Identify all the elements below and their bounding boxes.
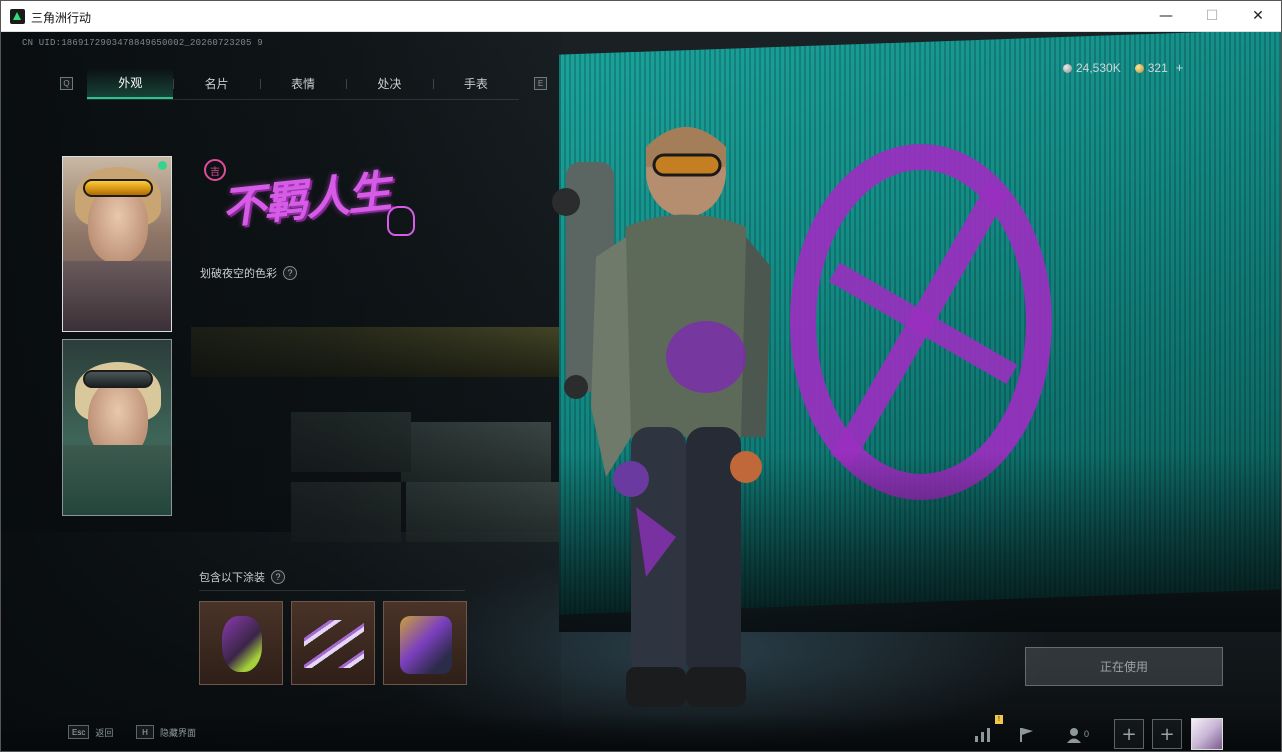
- divider: [199, 590, 465, 591]
- operator-skin-card-selected[interactable]: [62, 156, 172, 332]
- title-bar: 三角洲行动 — ☐ ✕: [1, 1, 1281, 32]
- friends-count: 0: [1084, 729, 1090, 739]
- silver-coin-icon: [1063, 63, 1072, 73]
- paint-tile-grenade[interactable]: [199, 601, 283, 685]
- silver-currency: 24,530K: [1063, 61, 1121, 75]
- currency-bar: 24,530K 321 +: [1063, 60, 1183, 75]
- grenade-paint-icon: [222, 616, 262, 672]
- invite-slot-button[interactable]: +: [1114, 719, 1144, 749]
- app-logo-icon: [10, 9, 25, 24]
- tab-execution[interactable]: 处决: [346, 68, 432, 99]
- gold-currency: 321: [1134, 60, 1168, 75]
- skin-description-text: 划破夜空的色彩: [200, 267, 277, 280]
- help-icon[interactable]: ?: [283, 266, 297, 280]
- paint-tile-knife[interactable]: [291, 601, 375, 685]
- game-viewport: CN UID:1869172903478849650002_2026072320…: [1, 32, 1281, 751]
- maximize-button[interactable]: ☐: [1189, 1, 1235, 31]
- gold-amount: 321: [1147, 60, 1168, 75]
- included-paints-heading: 包含以下涂装 ?: [199, 569, 285, 585]
- flag-button[interactable]: [1012, 721, 1042, 749]
- player-uid: CN UID:1869172903478849650002_2026072320…: [22, 38, 263, 48]
- in-use-button[interactable]: 正在使用: [1025, 647, 1223, 686]
- help-icon[interactable]: ?: [271, 570, 285, 584]
- back-hotkey[interactable]: Esc 返回: [68, 725, 113, 739]
- portrait-body: [63, 261, 171, 331]
- logo-text: 不羁人生: [219, 166, 392, 235]
- silver-amount: 24,530K: [1076, 60, 1121, 75]
- player-avatar[interactable]: [1191, 718, 1223, 750]
- friends-icon: [1067, 728, 1081, 743]
- back-label: 返回: [95, 728, 114, 739]
- close-button[interactable]: ✕: [1235, 1, 1281, 31]
- tab-name-card[interactable]: 名片: [173, 68, 259, 99]
- backpack-paint-icon: [400, 616, 452, 674]
- operator-character-model: [552, 127, 771, 707]
- tab-watch[interactable]: 手表: [432, 68, 519, 99]
- bar-chart-icon: [975, 728, 990, 742]
- bottom-bar: Esc 返回 H 隐藏界面 ! 0 + +: [1, 715, 1281, 751]
- esc-key: Esc: [68, 725, 90, 739]
- tab-emote[interactable]: 表情: [259, 68, 346, 99]
- portrait-goggles: [83, 370, 153, 388]
- portrait-body: [63, 445, 171, 515]
- skin-description: 划破夜空的色彩 ?: [200, 265, 297, 281]
- hide-ui-hotkey[interactable]: H 隐藏界面: [136, 725, 196, 739]
- prev-tab-key-hint: Q: [60, 77, 73, 90]
- notification-badge: !: [995, 715, 1003, 724]
- hide-ui-label: 隐藏界面: [160, 728, 197, 739]
- game-window: 三角洲行动 — ☐ ✕ CN UID:186917290347884965000…: [0, 0, 1282, 752]
- knife-paint-icon: [304, 620, 364, 668]
- portrait-goggles: [83, 179, 153, 197]
- tab-appearance[interactable]: 外观: [87, 68, 174, 99]
- paint-tile-backpack[interactable]: [383, 601, 467, 685]
- flag-icon: [1020, 728, 1033, 742]
- stats-button[interactable]: [968, 721, 998, 749]
- skull-icon: [387, 206, 415, 236]
- invite-slot-button[interactable]: +: [1152, 719, 1182, 749]
- operator-skin-card[interactable]: [62, 339, 172, 516]
- add-currency-button[interactable]: +: [1176, 60, 1184, 75]
- next-tab-key-hint: E: [534, 77, 547, 90]
- window-title: 三角洲行动: [31, 11, 92, 25]
- gold-coin-icon: [1134, 63, 1144, 73]
- equipped-indicator-icon: [158, 161, 167, 170]
- included-paints-label: 包含以下涂装: [199, 571, 265, 584]
- skin-title-logo: 吉 不羁人生: [199, 154, 429, 250]
- category-tabs: 外观 名片 表情 处决 手表: [87, 68, 519, 100]
- minimize-button[interactable]: —: [1143, 1, 1189, 31]
- h-key: H: [136, 725, 154, 739]
